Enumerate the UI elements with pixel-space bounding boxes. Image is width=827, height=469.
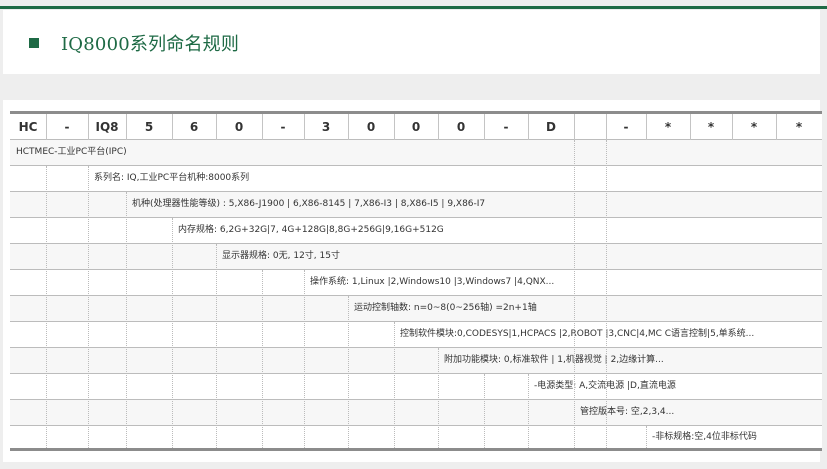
column-divider bbox=[394, 114, 395, 140]
column-divider bbox=[46, 166, 47, 448]
description-row: 操作系统: 1,Linux |2,Windows10 |3,Windows7 |… bbox=[10, 270, 822, 296]
column-divider bbox=[528, 374, 529, 448]
code-cell: IQ8 bbox=[95, 120, 119, 134]
column-divider bbox=[88, 114, 89, 140]
column-divider bbox=[606, 140, 607, 448]
column-divider bbox=[438, 348, 439, 448]
description-label: 机种(处理器性能等级) : 5,X86-J1900 | 6,X86-8145 |… bbox=[126, 192, 486, 217]
code-cell: * bbox=[707, 120, 715, 134]
description-row: -非标规格:空,4位非标代码 bbox=[10, 426, 822, 448]
description-row: 机种(处理器性能等级) : 5,X86-J1900 | 6,X86-8145 |… bbox=[10, 192, 822, 218]
description-label: 系列名: IQ,工业PC平台机种:8000系列 bbox=[88, 166, 250, 191]
column-divider bbox=[484, 114, 485, 140]
column-divider bbox=[438, 114, 439, 140]
column-divider bbox=[172, 114, 173, 140]
bullet-square-icon bbox=[29, 38, 39, 48]
column-divider bbox=[304, 270, 305, 448]
description-label: -电源类型: A,交流电源 |D,直流电源 bbox=[528, 374, 676, 399]
header-row: HC - IQ8 5 6 0 - 3 0 0 0 - D - * * * * bbox=[10, 114, 822, 140]
column-divider bbox=[304, 114, 305, 140]
code-cell: 6 bbox=[189, 120, 199, 134]
description-row: 显示器规格: 0无, 12寸, 15寸 bbox=[10, 244, 822, 270]
column-divider bbox=[46, 114, 47, 140]
code-cell: * bbox=[664, 120, 672, 134]
description-label: 操作系统: 1,Linux |2,Windows10 |3,Windows7 |… bbox=[304, 270, 555, 295]
code-cell: 0 bbox=[456, 120, 466, 134]
column-divider bbox=[348, 296, 349, 448]
code-cell: * bbox=[750, 120, 758, 134]
code-cell bbox=[574, 114, 606, 140]
code-cell: HC bbox=[18, 120, 38, 134]
column-divider bbox=[574, 114, 575, 140]
column-divider bbox=[646, 114, 647, 140]
naming-rules-card: HC - IQ8 5 6 0 - 3 0 0 0 - D - * * * * H… bbox=[3, 100, 822, 462]
column-divider bbox=[172, 218, 173, 448]
description-row: 管控版本号: 空,2,3,4... bbox=[10, 400, 822, 426]
description-label: 显示器规格: 0无, 12寸, 15寸 bbox=[216, 244, 340, 269]
description-label: 附加功能模块: 0,标准软件 | 1,机器视觉 | 2,边缘计算... bbox=[438, 348, 664, 373]
column-divider bbox=[732, 114, 733, 140]
description-row: HCTMEC-工业PC平台(IPC) bbox=[10, 140, 822, 166]
description-label: -非标规格:空,4位非标代码 bbox=[646, 426, 757, 448]
column-divider bbox=[776, 114, 777, 140]
code-cell: 0 bbox=[234, 120, 244, 134]
code-cell: 3 bbox=[321, 120, 331, 134]
code-cell: - bbox=[280, 120, 286, 134]
code-cell: - bbox=[64, 120, 70, 134]
description-row: 运动控制轴数: n=0~8(0~256轴) =2n+1轴 bbox=[10, 296, 822, 322]
description-row: 控制软件模块:0,CODESYS|1,HCPACS |2,ROBOT |3,CN… bbox=[10, 322, 822, 348]
code-cell: 5 bbox=[144, 120, 154, 134]
description-label: 管控版本号: 空,2,3,4... bbox=[574, 400, 675, 425]
column-divider bbox=[394, 322, 395, 448]
description-label: 运动控制轴数: n=0~8(0~256轴) =2n+1轴 bbox=[348, 296, 537, 321]
description-row: 内存规格: 6,2G+32G|7, 4G+128G|8,8G+256G|9,16… bbox=[10, 218, 822, 244]
column-divider bbox=[646, 426, 647, 448]
column-divider bbox=[690, 114, 691, 140]
description-row: 系列名: IQ,工业PC平台机种:8000系列 bbox=[10, 166, 822, 192]
column-divider bbox=[528, 114, 529, 140]
column-divider bbox=[574, 140, 575, 448]
table-grid: HC - IQ8 5 6 0 - 3 0 0 0 - D - * * * * H… bbox=[10, 114, 822, 448]
code-cell: - bbox=[503, 120, 509, 134]
description-row: -电源类型: A,交流电源 |D,直流电源 bbox=[10, 374, 822, 400]
description-label: 内存规格: 6,2G+32G|7, 4G+128G|8,8G+256G|9,16… bbox=[172, 218, 444, 243]
page-title: IQ8000系列命名规则 bbox=[61, 34, 240, 55]
description-row: 附加功能模块: 0,标准软件 | 1,机器视觉 | 2,边缘计算... bbox=[10, 348, 822, 374]
column-divider bbox=[126, 192, 127, 448]
top-accent-line bbox=[0, 6, 827, 9]
naming-rules-table: HC - IQ8 5 6 0 - 3 0 0 0 - D - * * * * H… bbox=[10, 111, 822, 451]
section-header: IQ8000系列命名规则 bbox=[3, 10, 820, 74]
code-cell: * bbox=[795, 120, 803, 134]
code-cell: - bbox=[623, 120, 629, 134]
description-label: HCTMEC-工业PC平台(IPC) bbox=[10, 140, 127, 165]
column-divider bbox=[484, 374, 485, 448]
code-cell: D bbox=[546, 120, 556, 134]
code-cell: 0 bbox=[366, 120, 376, 134]
column-divider bbox=[216, 114, 217, 140]
column-divider bbox=[606, 114, 607, 140]
code-cell: 0 bbox=[411, 120, 421, 134]
column-divider bbox=[262, 114, 263, 140]
column-divider bbox=[88, 166, 89, 448]
column-divider bbox=[216, 244, 217, 448]
column-divider bbox=[262, 270, 263, 448]
column-divider bbox=[126, 114, 127, 140]
column-divider bbox=[348, 114, 349, 140]
